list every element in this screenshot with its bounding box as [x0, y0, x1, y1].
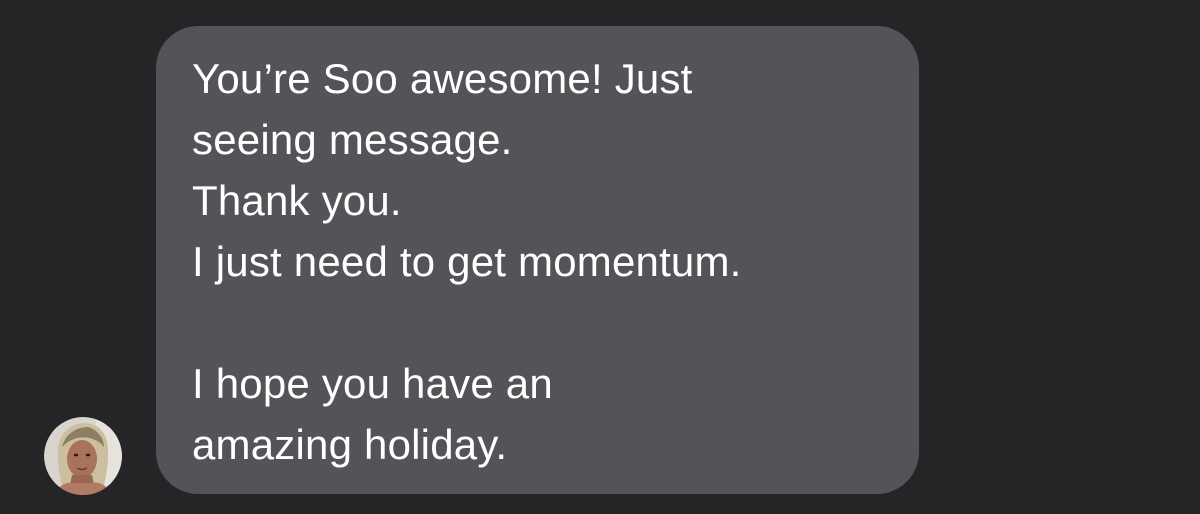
message-thread: You’re Soo awesome! Just seeing message.… — [0, 0, 1200, 514]
message-text: You’re Soo awesome! Just seeing message.… — [192, 55, 742, 468]
profile-photo-icon — [44, 417, 122, 495]
incoming-message-bubble[interactable]: You’re Soo awesome! Just seeing message.… — [156, 26, 919, 494]
sender-avatar[interactable] — [44, 417, 122, 495]
